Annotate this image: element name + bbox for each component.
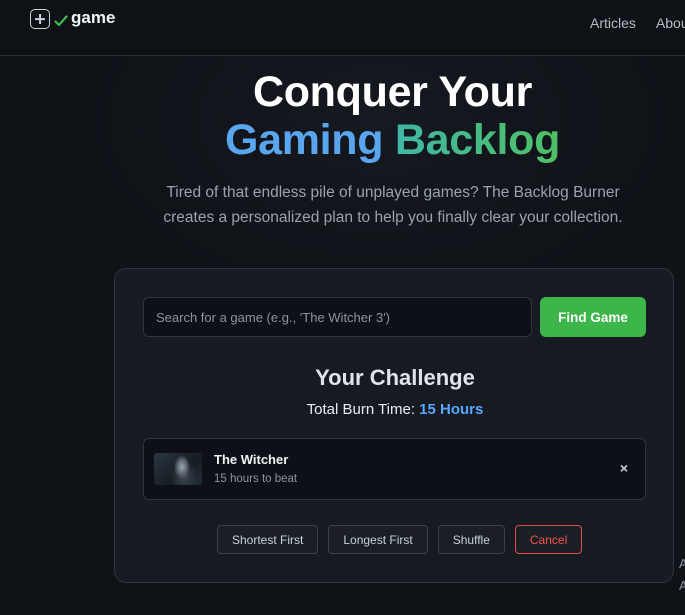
hero-title-gaming: Gaming [224, 116, 384, 164]
clipped-text-2: A [679, 578, 685, 593]
clipped-edge-text: A A [679, 553, 685, 597]
hero-title-line2: Gaming Backlog [50, 116, 685, 164]
hero-title-backlog: Backlog [394, 116, 561, 164]
challenge-title: Your Challenge [315, 365, 475, 390]
challenge-card: Find Game Your Challenge Total Burn Time… [114, 268, 674, 583]
close-icon[interactable]: × [615, 459, 633, 477]
find-game-button[interactable]: Find Game [540, 297, 646, 337]
burn-value: 15 Hours [419, 401, 484, 418]
hero-subtitle: Tired of that endless pile of unplayed g… [163, 184, 623, 226]
game-time: 15 hours to beat [214, 473, 298, 485]
burn-label: Total Burn Time: [306, 401, 420, 418]
logo[interactable]: game [30, 7, 116, 29]
check-icon [54, 15, 68, 27]
shortest-first-button[interactable]: Shortest First [217, 525, 319, 554]
nav-link-about[interactable]: Abou [656, 15, 685, 31]
cancel-button[interactable]: Cancel [514, 525, 583, 554]
hero-title-line1: Conquer Your [252, 68, 533, 116]
list-item: The Witcher 15 hours to beat × [143, 438, 646, 500]
longest-first-button[interactable]: Longest First [328, 525, 428, 554]
nav-links: Articles Abou [590, 15, 685, 31]
nav-link-articles[interactable]: Articles [590, 15, 636, 31]
hero-title: Conquer Your Gaming Backlog [0, 68, 685, 164]
clipped-text-1: A [679, 556, 685, 571]
sort-actions: Shortest First Longest First Shuffle Can… [217, 525, 583, 554]
shuffle-button[interactable]: Shuffle [437, 525, 505, 554]
plus-square-icon [30, 9, 50, 29]
game-thumbnail [154, 453, 202, 485]
brand-name: game [71, 7, 116, 27]
total-burn-time: Total Burn Time: 15 Hours [115, 401, 675, 418]
top-nav: game Articles Abou [0, 0, 685, 56]
search-input[interactable] [143, 297, 532, 337]
game-name: The Witcher [214, 452, 289, 467]
